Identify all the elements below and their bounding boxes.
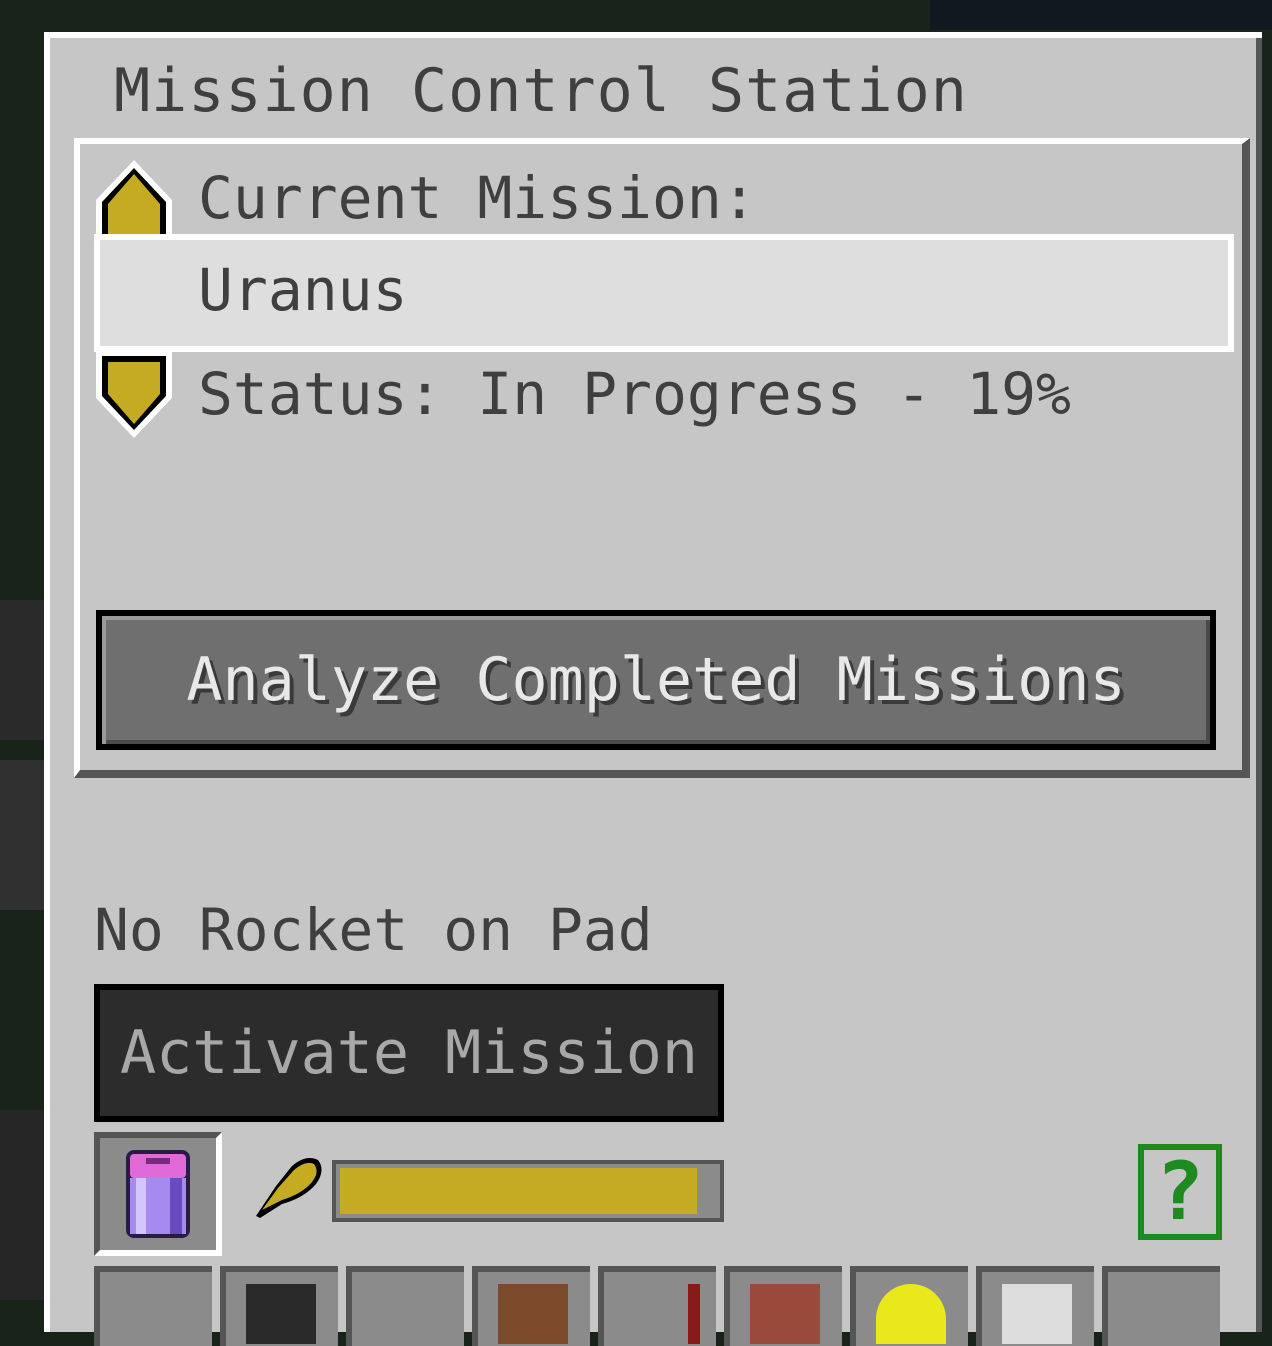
- background-block: [0, 1110, 44, 1300]
- analyze-button-label: Analyze Completed Missions: [186, 645, 1126, 715]
- inventory-slot[interactable]: [850, 1266, 968, 1346]
- lever-icon: [688, 1284, 700, 1344]
- light-block-icon: [1002, 1284, 1072, 1344]
- background-block: [930, 0, 1272, 30]
- arrow-down-icon[interactable]: [94, 350, 174, 442]
- fuel-input-slot[interactable]: [94, 1132, 222, 1256]
- inventory-slot[interactable]: [598, 1266, 716, 1346]
- fuel-gauge: [332, 1160, 724, 1222]
- fuel-drop-icon: [256, 1158, 322, 1218]
- window-title: Mission Control Station: [114, 56, 968, 126]
- inventory-slot[interactable]: [346, 1266, 464, 1346]
- inventory-slot[interactable]: [94, 1266, 212, 1346]
- yellow-item-icon: [876, 1284, 946, 1344]
- inventory-slot[interactable]: [976, 1266, 1094, 1346]
- background-block: [0, 600, 44, 740]
- activate-button-label: Activate Mission: [120, 1018, 698, 1088]
- inventory-slot[interactable]: [724, 1266, 842, 1346]
- background-block: [0, 760, 44, 910]
- inventory-slot[interactable]: [472, 1266, 590, 1346]
- fuel-canister-icon: [126, 1150, 190, 1238]
- selected-mission-name: Uranus: [198, 256, 408, 324]
- mission-list-panel: Current Mission: Uranus Status: In Progr…: [74, 138, 1250, 778]
- selected-mission-row[interactable]: Uranus: [94, 234, 1234, 352]
- mission-status-text: Status: In Progress - 19%: [198, 360, 1071, 428]
- help-button[interactable]: ?: [1138, 1144, 1222, 1240]
- dark-item-icon: [246, 1284, 316, 1344]
- brick-block-icon: [750, 1284, 820, 1344]
- activate-mission-button[interactable]: Activate Mission: [94, 984, 724, 1122]
- analyze-completed-missions-button[interactable]: Analyze Completed Missions: [96, 610, 1216, 750]
- current-mission-label: Current Mission:: [198, 164, 757, 232]
- fuel-gauge-fill: [340, 1168, 697, 1214]
- inventory-slot[interactable]: [1102, 1266, 1220, 1346]
- help-icon: ?: [1155, 1145, 1205, 1238]
- inventory-slot[interactable]: [220, 1266, 338, 1346]
- rocket-status-text: No Rocket on Pad: [94, 896, 653, 964]
- mission-control-window: Mission Control Station Current Mission:…: [44, 32, 1262, 1346]
- brown-block-icon: [498, 1284, 568, 1344]
